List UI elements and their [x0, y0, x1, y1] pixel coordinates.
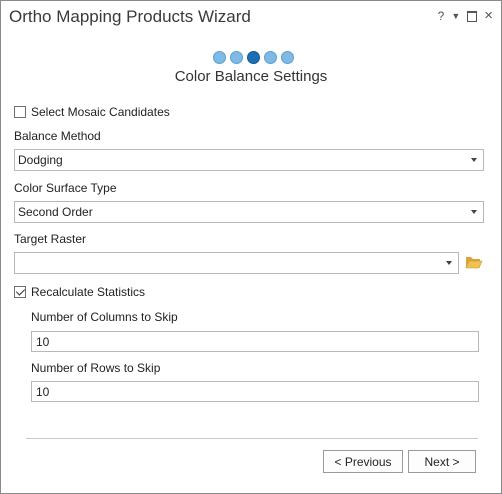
target-raster-dropdown[interactable]: [14, 252, 459, 274]
dropdown-arrow-icon: [446, 261, 452, 265]
select-mosaic-candidates-row[interactable]: Select Mosaic Candidates: [14, 105, 170, 119]
options-menu-button[interactable]: ▼: [451, 9, 460, 23]
recalculate-statistics-row[interactable]: Recalculate Statistics: [14, 285, 145, 299]
footer-divider: [26, 438, 478, 439]
columns-to-skip-input[interactable]: 10: [31, 331, 479, 352]
rows-to-skip-input[interactable]: 10: [31, 381, 479, 402]
window-title: Ortho Mapping Products Wizard: [9, 7, 251, 26]
step-dot-3-active: [247, 51, 260, 64]
balance-method-dropdown[interactable]: Dodging: [14, 149, 484, 171]
wizard-window: Ortho Mapping Products Wizard ? ▼ × Colo…: [0, 0, 502, 494]
color-surface-type-dropdown[interactable]: Second Order: [14, 201, 484, 223]
balance-method-label: Balance Method: [14, 129, 101, 143]
select-mosaic-candidates-label: Select Mosaic Candidates: [31, 105, 170, 119]
close-button[interactable]: ×: [484, 8, 493, 23]
next-button[interactable]: Next >: [408, 450, 476, 473]
color-surface-type-label: Color Surface Type: [14, 181, 117, 195]
select-mosaic-candidates-checkbox[interactable]: [14, 106, 26, 118]
recalculate-statistics-label: Recalculate Statistics: [31, 285, 146, 299]
step-indicator: [213, 51, 294, 64]
rows-to-skip-label: Number of Rows to Skip: [31, 361, 161, 375]
step-dot-1: [213, 51, 226, 64]
title-controls: ? ▼ ×: [438, 8, 493, 23]
title-bar: Ortho Mapping Products Wizard ? ▼ ×: [1, 1, 501, 37]
browse-folder-icon[interactable]: [465, 255, 483, 269]
step-dot-5: [281, 51, 294, 64]
dropdown-arrow-icon: [471, 158, 477, 162]
balance-method-value: Dodging: [18, 153, 63, 167]
columns-to-skip-label: Number of Columns to Skip: [31, 310, 178, 324]
restore-button[interactable]: [467, 10, 478, 22]
step-dot-2: [230, 51, 243, 64]
step-dot-4: [264, 51, 277, 64]
target-raster-label: Target Raster: [14, 232, 87, 246]
previous-button[interactable]: < Previous: [323, 450, 403, 473]
color-surface-type-value: Second Order: [18, 205, 93, 219]
page-title: Color Balance Settings: [174, 68, 328, 85]
recalculate-statistics-checkbox[interactable]: [14, 286, 26, 298]
help-button[interactable]: ?: [438, 9, 445, 23]
dropdown-arrow-icon: [471, 210, 477, 214]
